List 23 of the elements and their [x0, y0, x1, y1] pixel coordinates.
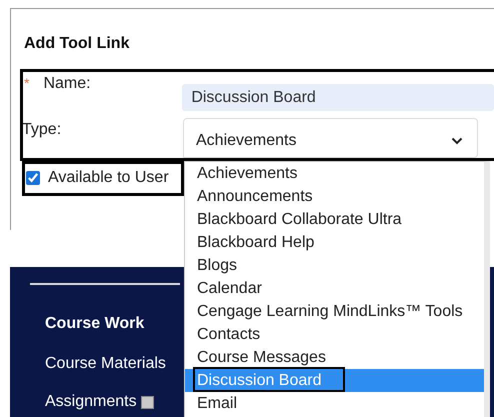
caret-icon [451, 137, 463, 145]
dropdown-option[interactable]: Course Messages [185, 346, 484, 369]
sidebar-item[interactable]: Course Materials [45, 355, 166, 373]
dropdown-option[interactable]: Cengage Learning MindLinks™ Tools [185, 300, 484, 323]
field-label: Type: [21, 120, 62, 139]
dropdown-option[interactable]: Blackboard Help [185, 231, 484, 254]
required-mark: * [24, 75, 30, 93]
type-dropdown[interactable]: Achievements [183, 118, 478, 158]
dropdown-option[interactable]: Email [185, 392, 484, 415]
checkbox[interactable] [26, 171, 40, 185]
name-field[interactable]: Discussion Board [182, 84, 494, 111]
dropdown-option[interactable]: Contacts [185, 323, 484, 346]
dropdown-option[interactable]: Announcements [185, 185, 484, 208]
edit-icon [140, 396, 154, 408]
field-label: Name: [43, 75, 91, 93]
sidebar-heading: Course Work [45, 315, 144, 333]
dropdown-option[interactable]: Blackboard Collaborate Ultra [185, 208, 484, 231]
dropdown-option[interactable]: Achievements [185, 162, 484, 185]
checkbox-label: Available to User [48, 169, 169, 187]
sidebar-item[interactable]: Assignments [45, 393, 137, 411]
dialog-title: Add Tool Link [24, 35, 130, 54]
dropdown-option[interactable]: Calendar [185, 277, 484, 300]
dropdown-option[interactable]: Blogs [185, 254, 484, 277]
